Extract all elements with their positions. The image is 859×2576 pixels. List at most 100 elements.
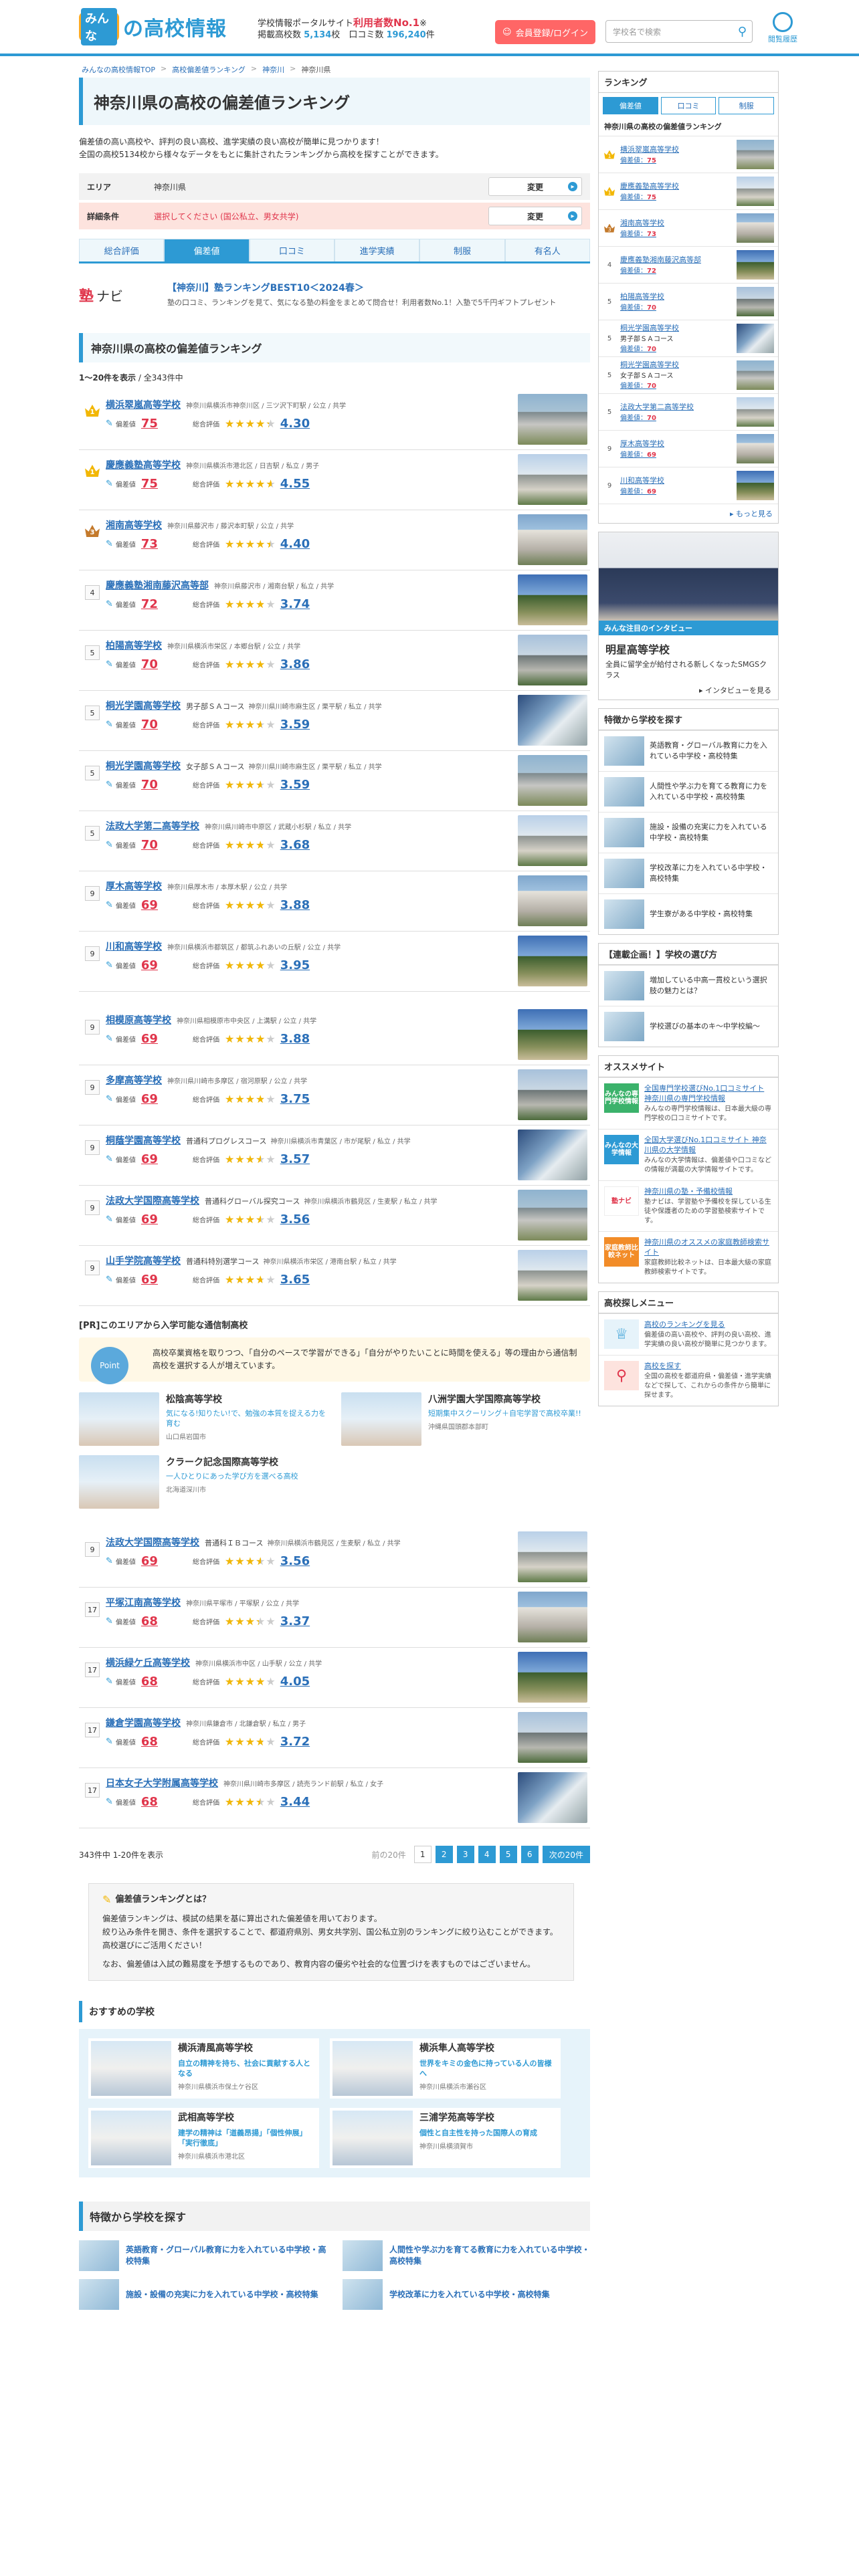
feature-link[interactable]: 施設・設備の充実に力を入れている中学校・高校特集 xyxy=(126,2289,318,2300)
sidebar-school-link[interactable]: 桐光学園高等学校 xyxy=(620,324,733,333)
school-name-link[interactable]: 慶應義塾湘南藤沢高等部 xyxy=(106,578,209,592)
school-photo[interactable] xyxy=(518,1652,587,1703)
page-4[interactable]: 4 xyxy=(478,1846,496,1863)
sidebar-tab-kuchikomi[interactable]: 口コミ xyxy=(660,97,717,114)
history-button[interactable]: 閲覧履歴 xyxy=(763,12,803,44)
hensachi-value[interactable]: 69 xyxy=(141,1092,158,1106)
school-photo[interactable] xyxy=(518,1069,587,1120)
school-photo[interactable] xyxy=(518,755,587,806)
school-photo[interactable] xyxy=(518,1531,587,1582)
area-change-button[interactable]: 変更 ▸ xyxy=(488,177,582,196)
sidebar-school-link[interactable]: 横浜翠嵐高等学校 xyxy=(620,145,733,154)
login-button[interactable]: ☺ 会員登録/ログイン xyxy=(495,20,595,44)
tab-yumeijin[interactable]: 有名人 xyxy=(504,239,590,261)
recommend-name[interactable]: 武相高等学校 xyxy=(178,2111,316,2124)
school-name-link[interactable]: 桐光学園高等学校 xyxy=(106,699,181,712)
school-name-link[interactable]: 厚木高等学校 xyxy=(106,879,162,893)
sidebar-ranking-item[interactable]: 5 桐光学園高等学校 女子部ＳＡコース 偏差値：70 xyxy=(599,356,778,393)
sidebar-feature-item[interactable]: 施設・設備の充実に力を入れている中学校・高校特集 xyxy=(599,812,778,853)
sidebar-ranking-item[interactable]: 1 慶應義塾高等学校 偏差値：75 xyxy=(599,173,778,209)
tab-sougo[interactable]: 総合評価 xyxy=(79,239,165,261)
page-3[interactable]: 3 xyxy=(456,1846,474,1863)
hensachi-value[interactable]: 68 xyxy=(141,1614,158,1628)
sidebar-school-link[interactable]: 川和高等学校 xyxy=(620,476,733,486)
menu-item[interactable]: ⚲ 高校を探す 全国の高校を都道府県・偏差値・進学実績などで探して、これからの条件か… xyxy=(599,1355,778,1406)
school-name-link[interactable]: 法政大学国際高等学校 xyxy=(106,1194,199,1207)
hensachi-value[interactable]: 75 xyxy=(141,417,158,431)
hensachi-value[interactable]: 70 xyxy=(141,657,158,671)
sidebar-ranking-item[interactable]: 5 柏陽高等学校 偏差値：70 xyxy=(599,283,778,320)
rating-score[interactable]: 3.68 xyxy=(280,838,310,852)
school-photo[interactable] xyxy=(518,1190,587,1241)
hensachi-value[interactable]: 70 xyxy=(141,718,158,732)
breadcrumb-pref[interactable]: 神奈川 xyxy=(262,64,284,75)
school-name-link[interactable]: 法政大学国際高等学校 xyxy=(106,1535,199,1549)
school-name-link[interactable]: 鎌倉学園高等学校 xyxy=(106,1716,181,1729)
sidebar-feature-item[interactable]: 人間性や学ぶ力を育てる教育に力を入れている中学校・高校特集 xyxy=(599,771,778,812)
site-logo[interactable]: みんな の高校情報 xyxy=(79,8,227,45)
osusume-item[interactable]: 家庭教師比較ネット 神奈川県のオススメの家庭教師検索サイト 家庭教師比較ネットは、日… xyxy=(599,1231,778,1283)
sidebar-school-link[interactable]: 厚木高等学校 xyxy=(620,439,733,449)
menu-item[interactable]: ♕ 高校のランキングを見る 偏差値の高い高校や、評判の良い高校、進学実績の良い高校が… xyxy=(599,1313,778,1355)
osusume-link[interactable]: 全国専門学校選びNo.1口コミサイト 神奈川県の専門学校情報 xyxy=(644,1083,773,1103)
search-icon[interactable]: ⚲ xyxy=(738,25,747,39)
hensachi-value[interactable]: 70 xyxy=(141,838,158,852)
school-name-link[interactable]: 柏陽高等学校 xyxy=(106,639,162,652)
sidebar-school-link[interactable]: 慶應義塾湘南藤沢高等部 xyxy=(620,255,733,265)
rating-score[interactable]: 3.74 xyxy=(280,597,310,611)
sidebar-feature-item[interactable]: 学校改革に力を入れている中学校・高校特集 xyxy=(599,853,778,893)
hensachi-value[interactable]: 69 xyxy=(141,1032,158,1046)
sidebar-interview[interactable]: みんな注目のインタビュー 明星高等学校 全員に留学全が給付される新しくなったSM… xyxy=(598,532,779,700)
pr-card-name[interactable]: 松陰高等学校 xyxy=(166,1392,328,1406)
school-photo[interactable] xyxy=(518,1592,587,1642)
osusume-item[interactable]: みんなの専門学校情報 全国専門学校選びNo.1口コミサイト 神奈川県の専門学校情報… xyxy=(599,1077,778,1129)
osusume-link[interactable]: 全国大学選びNo.1口コミサイト 神奈川県の大学情報 xyxy=(644,1135,773,1155)
school-photo[interactable] xyxy=(518,815,587,866)
hensachi-value[interactable]: 68 xyxy=(141,1735,158,1749)
pr-card[interactable]: 八洲学園大学国際高等学校 短期集中スクーリング＋自宅学習で高校卒業!! 沖縄県国頭郡… xyxy=(341,1392,590,1446)
osusume-item[interactable]: 塾ナビ 神奈川県の塾・予備校情報 塾ナビは、学習塾や予備校を探している生徒や保護者の… xyxy=(599,1180,778,1231)
school-name-link[interactable]: 桐光学園高等学校 xyxy=(106,759,181,772)
sidebar-choose-item[interactable]: 増加している中高一貫校という選択肢の魅力とは？ xyxy=(599,965,778,1006)
rating-score[interactable]: 4.30 xyxy=(280,417,310,431)
hensachi-value[interactable]: 69 xyxy=(141,1152,158,1166)
recommend-name[interactable]: 横浜清風高等学校 xyxy=(178,2041,316,2054)
hensachi-value[interactable]: 68 xyxy=(141,1795,158,1809)
school-name-link[interactable]: 多摩高等学校 xyxy=(106,1073,162,1087)
page-5[interactable]: 5 xyxy=(499,1846,517,1863)
school-photo[interactable] xyxy=(518,936,587,986)
osusume-link[interactable]: 神奈川県の塾・予備校情報 xyxy=(644,1186,773,1196)
detail-change-button[interactable]: 変更 ▸ xyxy=(488,207,582,225)
hensachi-value[interactable]: 72 xyxy=(141,597,158,611)
school-name-link[interactable]: 山手学院高等学校 xyxy=(106,1254,181,1267)
menu-link[interactable]: 高校のランキングを見る xyxy=(644,1319,773,1329)
school-photo[interactable] xyxy=(518,1772,587,1823)
breadcrumb-ranking[interactable]: 高校偏差値ランキング xyxy=(172,64,246,75)
sidebar-tab-seifuku[interactable]: 制服 xyxy=(719,97,775,114)
sidebar-ranking-item[interactable]: 9 厚木高等学校 偏差値：69 xyxy=(599,430,778,467)
school-photo[interactable] xyxy=(518,695,587,746)
hensachi-value[interactable]: 69 xyxy=(141,1212,158,1226)
hensachi-value[interactable]: 68 xyxy=(141,1675,158,1689)
sidebar-feature-item[interactable]: 学生寮がある中学校・高校特集 xyxy=(599,893,778,934)
sidebar-more-link[interactable]: ▸ もっと見る xyxy=(599,504,778,523)
sidebar-school-link[interactable]: 法政大学第二高等学校 xyxy=(620,403,733,412)
recommend-card[interactable]: 武相高等学校 建学の精神は「道義昂揚」「個性伸展」「実行徹底」 神奈川県横浜市港北区 xyxy=(88,2108,319,2168)
feature-item[interactable]: 英語教育・グローバル教育に力を入れている中学校・高校特集 xyxy=(79,2240,326,2271)
pr-card[interactable]: クラーク記念国際高等学校 一人ひとりにあった学び方を選べる高校 北海道深川市 xyxy=(79,1455,328,1509)
hensachi-value[interactable]: 69 xyxy=(141,898,158,912)
school-name-link[interactable]: 法政大学第二高等学校 xyxy=(106,819,199,833)
school-name-link[interactable]: 相模原高等学校 xyxy=(106,1013,171,1027)
page-2[interactable]: 2 xyxy=(435,1846,453,1863)
school-photo[interactable] xyxy=(518,1712,587,1763)
school-photo[interactable] xyxy=(518,574,587,625)
hensachi-value[interactable]: 69 xyxy=(141,1554,158,1568)
school-photo[interactable] xyxy=(518,394,587,445)
school-name-link[interactable]: 日本女子大学附属高等学校 xyxy=(106,1776,218,1790)
sidebar-ranking-item[interactable]: 9 川和高等学校 偏差値：69 xyxy=(599,467,778,504)
sidebar-school-link[interactable]: 桐光学園高等学校 xyxy=(620,360,733,370)
school-photo[interactable] xyxy=(518,1009,587,1060)
sidebar-feature-item[interactable]: 英語教育・グローバル教育に力を入れている中学校・高校特集 xyxy=(599,730,778,771)
rating-score[interactable]: 4.05 xyxy=(280,1675,310,1689)
rating-score[interactable]: 3.95 xyxy=(280,958,310,972)
